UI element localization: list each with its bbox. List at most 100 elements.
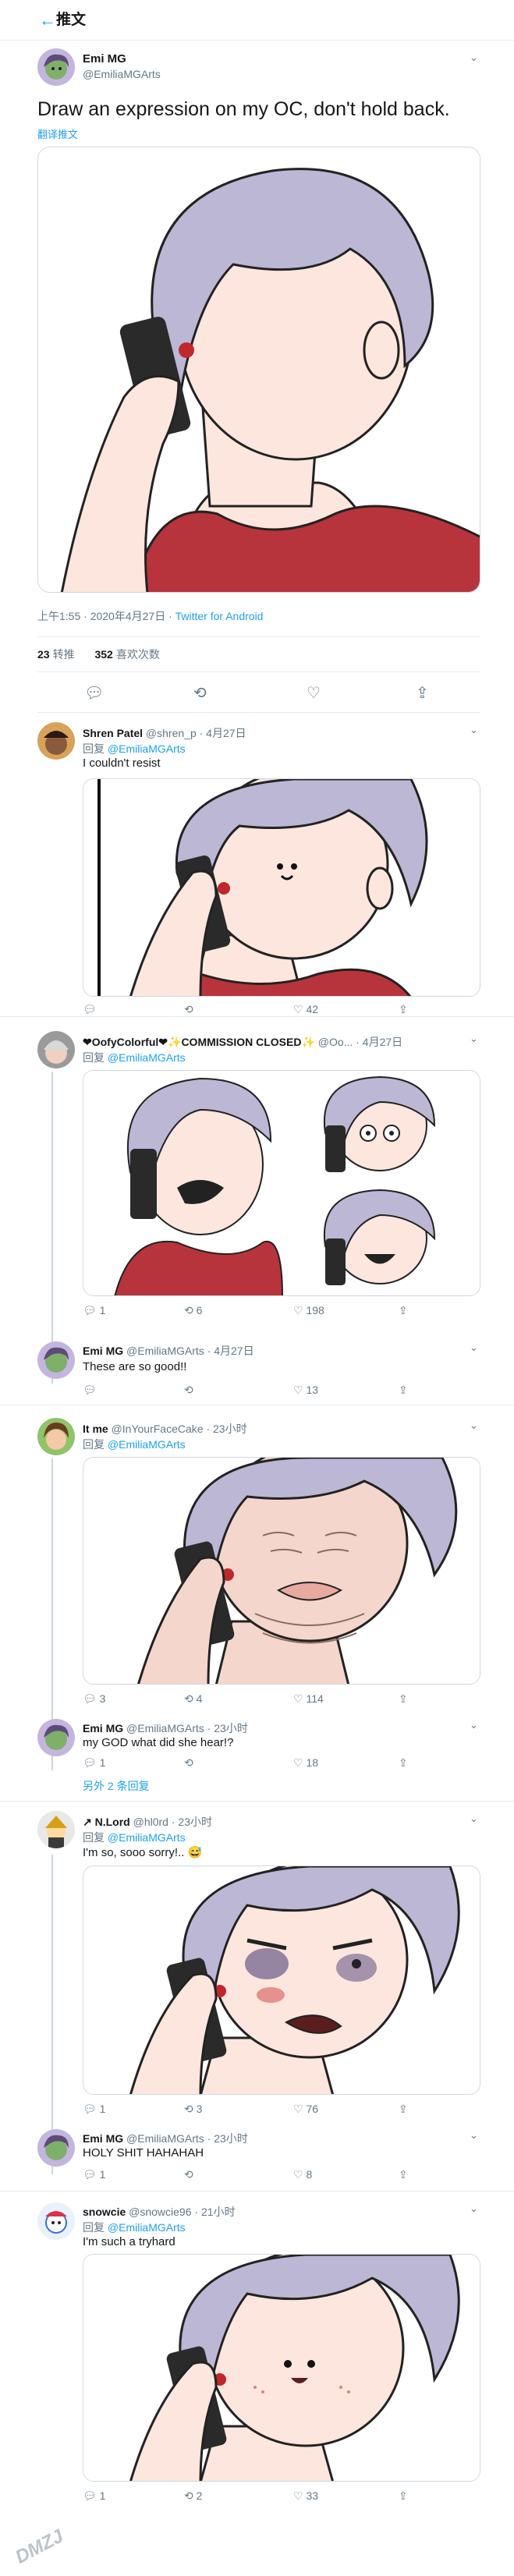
share-icon[interactable]: ⇪ xyxy=(399,2489,408,2503)
reply-author-name[interactable]: ↗ N.Lord xyxy=(83,1816,130,1828)
reply-to-link[interactable]: @EmiliaMGArts xyxy=(108,1051,186,1064)
avatar[interactable] xyxy=(37,1719,75,1756)
reply-to-link[interactable]: @EmiliaMGArts xyxy=(108,1438,186,1451)
share-icon[interactable]: ⇪ xyxy=(399,1304,408,1317)
retweet-icon[interactable]: ⟲ xyxy=(193,683,207,703)
reply-tweet[interactable]: Emi MG @EmiliaMGArts · 23小时 ⌄ my GOD wha… xyxy=(0,1713,514,1802)
reply-tweet[interactable]: snowcie @snowcie96 · 21小时 ⌄ 回复 @EmiliaMG… xyxy=(0,2195,514,2507)
share-icon[interactable]: ⇪ xyxy=(399,1692,408,1706)
reply-image[interactable] xyxy=(83,1070,480,1296)
share-icon[interactable]: ⇪ xyxy=(399,1003,408,1016)
share-icon[interactable]: ⇪ xyxy=(399,2168,408,2181)
arrow-left-icon[interactable]: ← xyxy=(39,11,56,30)
reply-tweet[interactable]: ❤OofyColorful❤✨COMMISSION CLOSED✨ @Oo...… xyxy=(0,1022,514,1384)
chevron-down-icon[interactable]: ⌄ xyxy=(470,724,478,736)
share-icon[interactable]: ⇪ xyxy=(416,683,429,703)
reply-author-handle[interactable]: @EmiliaMGArts · 23小时 xyxy=(126,2132,248,2145)
chevron-down-icon[interactable]: ⌄ xyxy=(470,1719,478,1731)
reply-tweet[interactable]: ↗ N.Lord @hl0rd · 23小时 ⌄ 回复 @EmiliaMGArt… xyxy=(0,1805,514,2174)
retweet-icon[interactable]: ⟲ xyxy=(184,1384,193,1397)
translate-link[interactable]: 翻译推文 xyxy=(37,126,78,141)
reply-icon[interactable]: 💬︎ xyxy=(84,683,104,703)
reply-author-handle[interactable]: @EmiliaMGArts · 23小时 xyxy=(126,1722,248,1734)
reply-image[interactable] xyxy=(83,2254,480,2482)
chevron-down-icon[interactable]: ⌄ xyxy=(470,51,478,64)
avatar[interactable] xyxy=(37,722,75,760)
reply-tweet[interactable]: It me @InYourFaceCake · 23小时 ⌄ 回复 @Emili… xyxy=(0,1408,514,1770)
chevron-down-icon[interactable]: ⌄ xyxy=(470,1033,478,1045)
tweet-timestamp: 上午1:55 · 2020年4月27日 · xyxy=(37,610,175,622)
reply-author-name[interactable]: Emi MG xyxy=(83,1722,123,1734)
reply-image[interactable] xyxy=(83,1457,480,1685)
heart-icon[interactable]: ♡ 114 xyxy=(293,1692,324,1706)
chevron-down-icon[interactable]: ⌄ xyxy=(470,1812,478,1825)
reply-author-name[interactable]: Emi MG xyxy=(83,2132,123,2145)
reply-tweet[interactable]: Emi MG @EmiliaMGArts · 23小时 ⌄ HOLY SHIT … xyxy=(0,2123,514,2192)
avatar[interactable] xyxy=(37,1811,75,1848)
avatar[interactable] xyxy=(37,2129,75,2167)
reply-author-handle[interactable]: @snowcie96 · 21小时 xyxy=(129,2206,235,2218)
heart-icon[interactable]: ♡ 198 xyxy=(293,1304,324,1317)
avatar[interactable] xyxy=(37,1418,75,1455)
author-handle[interactable]: @EmiliaMGArts xyxy=(83,68,161,80)
reply-author-handle[interactable]: @EmiliaMGArts · 4月27日 xyxy=(126,1345,254,1357)
tweet-image[interactable] xyxy=(37,147,480,593)
reply-author-handle[interactable]: @Oo... · 4月27日 xyxy=(318,1036,402,1048)
heart-icon[interactable]: ♡ 8 xyxy=(293,2168,312,2181)
reply-to-link[interactable]: @EmiliaMGArts xyxy=(108,742,186,755)
reply-author-handle[interactable]: @hl0rd · 23小时 xyxy=(133,1816,212,1828)
avatar[interactable] xyxy=(37,48,75,86)
heart-icon[interactable]: ♡ 33 xyxy=(293,2489,318,2503)
retweet-icon[interactable]: ⟲ 4 xyxy=(184,1692,202,1706)
reply-icon[interactable]: 💬︎ 3 xyxy=(83,1692,105,1706)
reply-tweet[interactable]: Emi MG @EmiliaMGArts · 4月27日 ⌄ These are… xyxy=(0,1334,514,1405)
chevron-down-icon[interactable]: ⌄ xyxy=(470,2202,478,2215)
share-icon[interactable]: ⇪ xyxy=(399,1384,408,1397)
heart-icon[interactable]: ♡ 76 xyxy=(293,2103,318,2116)
retweet-count[interactable]: 23 xyxy=(37,648,50,661)
reply-to-link[interactable]: @EmiliaMGArts xyxy=(108,1831,186,1844)
heart-icon[interactable]: ♡ xyxy=(307,683,321,703)
reply-to-prefix: 回复 xyxy=(83,1831,108,1844)
reply-icon[interactable]: 💬︎ 1 xyxy=(83,1756,105,1770)
reply-icon[interactable]: 💬︎ xyxy=(83,1003,97,1016)
show-more-replies[interactable]: 另外 2 条回复 xyxy=(83,1778,150,1794)
retweet-icon[interactable]: ⟲ xyxy=(184,1003,193,1016)
author-name[interactable]: Emi MG xyxy=(83,52,126,66)
reply-author-name[interactable]: Shren Patel xyxy=(83,727,143,739)
reply-author-name[interactable]: Emi MG xyxy=(83,1345,123,1357)
chevron-down-icon[interactable]: ⌄ xyxy=(470,1341,478,1354)
reply-icon[interactable]: 💬︎ 1 xyxy=(83,1304,105,1317)
reply-tweet[interactable]: Shren Patel @shren_p · 4月27日 ⌄ 回复 @Emili… xyxy=(0,713,514,1017)
retweet-icon[interactable]: ⟲ 6 xyxy=(184,1304,202,1317)
avatar[interactable] xyxy=(37,2202,75,2240)
reply-icon[interactable]: 💬︎ 1 xyxy=(83,2168,105,2181)
chevron-down-icon[interactable]: ⌄ xyxy=(470,2129,478,2142)
reply-icon[interactable]: 💬︎ 1 xyxy=(83,2103,105,2116)
reply-author-name[interactable]: snowcie xyxy=(83,2206,126,2218)
retweet-icon[interactable]: ⟲ 3 xyxy=(184,2103,202,2116)
retweet-icon[interactable]: ⟲ xyxy=(184,1756,193,1770)
reply-image[interactable] xyxy=(83,778,480,997)
heart-icon[interactable]: ♡ 18 xyxy=(293,1756,318,1770)
reply-to-link[interactable]: @EmiliaMGArts xyxy=(108,2221,186,2234)
avatar[interactable] xyxy=(37,1031,75,1068)
reply-icon[interactable]: 💬︎ 1 xyxy=(83,2489,105,2503)
like-count[interactable]: 352 xyxy=(94,648,112,661)
reply-author-handle[interactable]: @InYourFaceCake · 23小时 xyxy=(112,1423,247,1435)
retweet-count: 4 xyxy=(196,1692,203,1705)
reply-icon[interactable]: 💬︎ xyxy=(83,1384,97,1397)
reply-author-handle[interactable]: @shren_p · 4月27日 xyxy=(146,727,246,739)
reply-author-name[interactable]: ❤OofyColorful❤✨COMMISSION CLOSED✨ xyxy=(83,1036,315,1048)
tweet-source[interactable]: Twitter for Android xyxy=(175,610,264,622)
reply-image[interactable] xyxy=(83,1866,480,2095)
reply-author-name[interactable]: It me xyxy=(83,1423,108,1435)
chevron-down-icon[interactable]: ⌄ xyxy=(470,1419,478,1432)
share-icon[interactable]: ⇪ xyxy=(399,2103,408,2116)
retweet-icon[interactable]: ⟲ xyxy=(184,2168,193,2181)
heart-icon[interactable]: ♡ 13 xyxy=(293,1384,318,1397)
share-icon[interactable]: ⇪ xyxy=(399,1756,408,1770)
retweet-icon[interactable]: ⟲ 2 xyxy=(184,2489,202,2503)
avatar[interactable] xyxy=(37,1341,75,1379)
heart-icon[interactable]: ♡ 42 xyxy=(293,1003,318,1016)
